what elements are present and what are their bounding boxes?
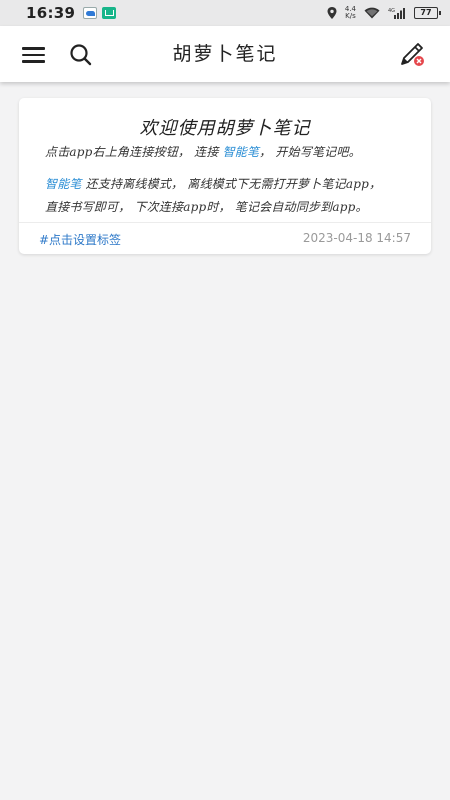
pen-edit-icon[interactable]	[398, 40, 428, 70]
hamburger-menu-icon	[22, 47, 45, 50]
location-icon	[327, 7, 337, 19]
wifi-icon	[364, 7, 380, 19]
menu-button[interactable]	[22, 42, 48, 68]
app-notification-icon	[83, 7, 98, 19]
status-bar: 16:39 4.4 K/s 4G 77	[0, 0, 450, 26]
set-tag-link[interactable]: #点击设置标签	[39, 231, 121, 248]
note-date: 2023-04-18 14:57	[302, 231, 411, 245]
note-highlight-smart-pen: 智能笔	[222, 145, 260, 159]
note-highlight-smart-pen: 智能笔	[45, 177, 82, 191]
battery-indicator: 77	[414, 7, 441, 19]
network-speed: 4.4 K/s	[345, 6, 356, 20]
hamburger-menu-line	[22, 53, 45, 57]
status-time: 16:39	[26, 4, 76, 22]
note-card[interactable]: 欢迎使用胡萝卜笔记 点击app右上角连接按钮， 连接 智能笔， 开始写笔记吧。 …	[19, 98, 431, 254]
card-divider	[19, 222, 431, 223]
hamburger-menu-line	[22, 60, 45, 63]
svg-text:4G: 4G	[388, 8, 395, 14]
network-speed-unit: K/s	[345, 12, 356, 20]
note-line-2: 智能笔 还支持离线模式， 离线模式下无需打开萝卜笔记app，	[45, 175, 381, 192]
note-line-1: 点击app右上角连接按钮， 连接 智能笔， 开始写笔记吧。	[45, 143, 361, 160]
shopping-notification-icon	[102, 7, 117, 19]
note-title: 欢迎使用胡萝卜笔记	[139, 118, 311, 139]
note-text: ， 开始写笔记吧。	[259, 145, 361, 159]
app-bar: 胡萝卜笔记	[0, 26, 450, 82]
note-text: 还支持离线模式， 离线模式下无需打开萝卜笔记app，	[81, 177, 382, 191]
status-right-area: 4.4 K/s 4G 77	[327, 6, 441, 20]
cellular-signal-icon: 4G	[388, 8, 405, 19]
search-icon[interactable]	[68, 42, 94, 68]
notification-icons	[83, 7, 117, 19]
note-text: 点击app右上角连接按钮， 连接	[45, 145, 223, 159]
note-line-3: 直接书写即可， 下次连接app时， 笔记会自动同步到app。	[45, 200, 368, 214]
